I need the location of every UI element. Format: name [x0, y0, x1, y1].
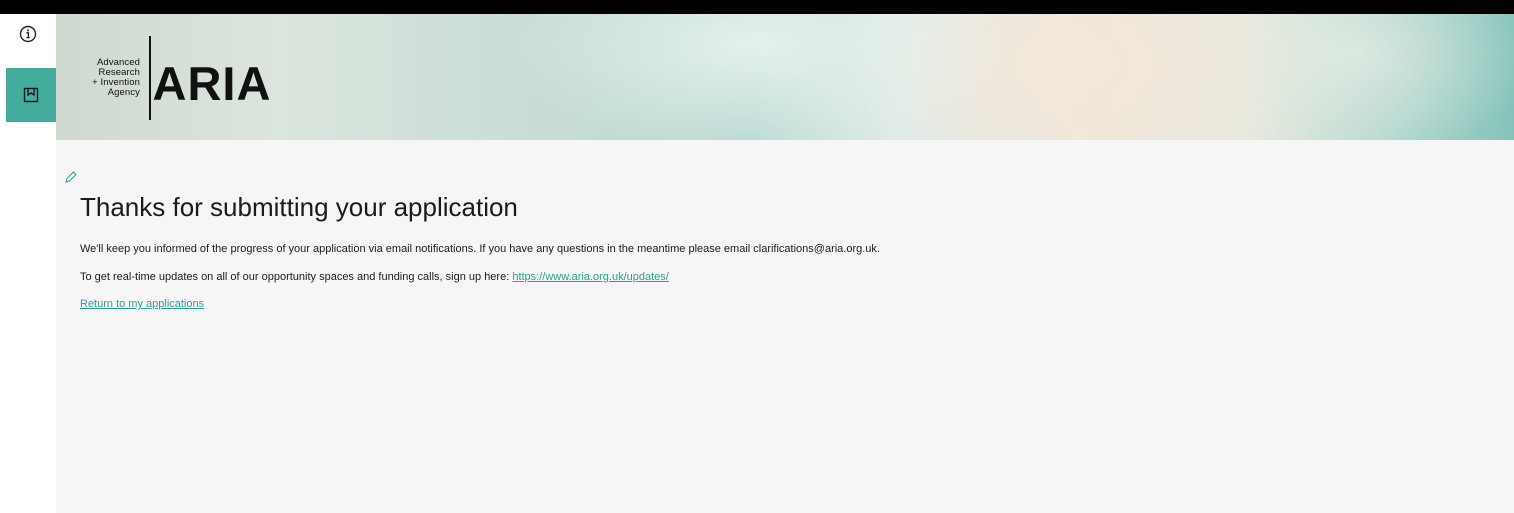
confirmation-message: We'll keep you informed of the progress … [80, 243, 880, 255]
header-banner [56, 14, 1514, 140]
edit-pencil-icon[interactable] [64, 170, 78, 184]
top-bar [0, 0, 1514, 14]
logo-subtitle: Advanced Research + Invention Agency [84, 58, 149, 98]
sidebar-item-bookmark[interactable] [6, 68, 56, 122]
sidebar-item-info[interactable] [0, 14, 56, 54]
aria-logo[interactable]: Advanced Research + Invention Agency ARI… [84, 36, 271, 120]
updates-link[interactable]: https://www.aria.org.uk/updates/ [512, 271, 669, 283]
logo-divider [149, 36, 151, 120]
logo-wordmark: ARIA [152, 56, 272, 110]
bookmark-icon [23, 87, 39, 103]
info-icon [19, 25, 37, 43]
updates-message: To get real-time updates on all of our o… [80, 271, 669, 283]
logo-line-agency: Agency [107, 87, 140, 98]
updates-message-text: To get real-time updates on all of our o… [80, 271, 513, 283]
return-to-applications-link[interactable]: Return to my applications [80, 298, 204, 310]
page-title: Thanks for submitting your application [80, 192, 518, 222]
